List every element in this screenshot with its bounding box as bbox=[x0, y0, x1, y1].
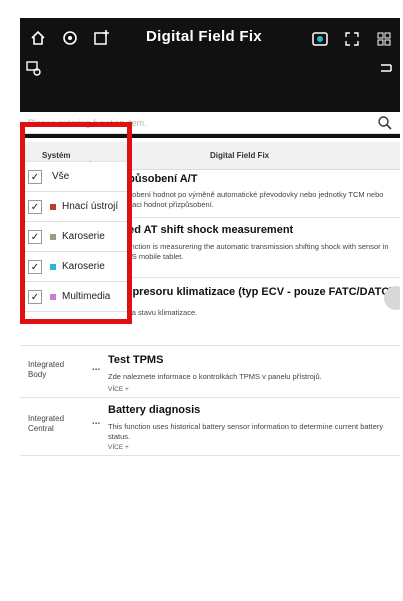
color-swatch bbox=[50, 234, 56, 240]
function-title: Speed AT shift shock measurement bbox=[108, 224, 294, 236]
column-header-dff-label: Digital Field Fix bbox=[210, 151, 270, 160]
column-header-digital-field-fix: Digital Field Fix bbox=[108, 142, 400, 170]
function-description: This function is measurering the automat… bbox=[108, 242, 389, 261]
filter-option-label: Vše bbox=[52, 171, 70, 182]
function-description: přizpůsobení hodnot po výměně automatick… bbox=[108, 190, 384, 209]
device-icon[interactable] bbox=[310, 29, 330, 49]
back-icon[interactable] bbox=[376, 58, 396, 78]
function-description: Zde naleznete informace o kontrolkách TP… bbox=[108, 372, 322, 381]
top-bar-row: Digital Field Fix bbox=[20, 26, 400, 52]
table-row[interactable]: Integrated Central ... Battery diagnosis… bbox=[20, 398, 400, 456]
filter-option-label: Karoserie bbox=[62, 231, 105, 242]
filter-option-label: Karoserie bbox=[62, 261, 105, 272]
filter-option-body[interactable]: ✓ Karoserie bbox=[20, 222, 128, 252]
vehicle-settings-icon[interactable] bbox=[24, 58, 44, 78]
checkbox[interactable]: ✓ bbox=[28, 260, 42, 274]
color-swatch bbox=[50, 204, 56, 210]
function-description: This function uses historical battery se… bbox=[108, 422, 384, 441]
function-title: Battery diagnosis bbox=[108, 404, 201, 416]
fullscreen-icon[interactable] bbox=[342, 29, 362, 49]
column-header-system-label: Systém bbox=[42, 151, 71, 160]
system-cell: Integrated Central bbox=[28, 414, 65, 433]
search-icon[interactable] bbox=[376, 114, 394, 132]
grid-menu-icon[interactable] bbox=[374, 29, 394, 49]
search-input[interactable] bbox=[20, 112, 370, 134]
filter-option-all[interactable]: ✓ Vše bbox=[20, 162, 128, 192]
checkbox[interactable]: ✓ bbox=[28, 290, 42, 304]
checkbox[interactable]: ✓ bbox=[28, 230, 42, 244]
more-link[interactable]: VÍCE + bbox=[108, 444, 129, 451]
filter-option-powertrain[interactable]: ✓ Hnací ústrojí bbox=[20, 192, 128, 222]
filter-option-multimedia[interactable]: ✓ Multimedia bbox=[20, 282, 128, 312]
more-link[interactable]: VÍCE + bbox=[108, 386, 129, 393]
vehicle-scan-icon[interactable] bbox=[60, 28, 80, 48]
color-swatch bbox=[50, 294, 56, 300]
function-description: Kontrola stavu klimatizace. bbox=[108, 308, 198, 317]
divider bbox=[20, 134, 400, 138]
filter-option-label: Hnací ústrojí bbox=[62, 201, 119, 212]
system-cell: Integrated Body bbox=[28, 360, 65, 379]
more-options-button[interactable]: ... bbox=[92, 416, 100, 427]
color-swatch bbox=[50, 264, 56, 270]
filter-option-label: Multimedia bbox=[62, 291, 111, 302]
system-filter-dropdown: ✓ Vše ✓ Hnací ústrojí ✓ Karoserie ✓ Karo… bbox=[20, 162, 128, 322]
function-title: Test TPMS bbox=[108, 354, 164, 366]
app-title: Digital Field Fix bbox=[146, 28, 262, 45]
search-bar bbox=[20, 112, 400, 134]
top-bar: Digital Field Fix bbox=[20, 18, 400, 112]
more-options-button[interactable]: ... bbox=[92, 362, 100, 373]
checkbox[interactable]: ✓ bbox=[28, 200, 42, 214]
home-icon[interactable] bbox=[28, 28, 48, 48]
function-title: Kompresoru klimatizace (typ ECV - pouze … bbox=[108, 286, 394, 298]
checkbox[interactable]: ✓ bbox=[28, 170, 42, 184]
table-row[interactable]: Integrated Body ... Test TPMS Zde nalezn… bbox=[20, 346, 400, 398]
filter-option-body-2[interactable]: ✓ Karoserie bbox=[20, 252, 128, 282]
app-screen: Digital Field Fix Systém ◢ Di bbox=[20, 18, 400, 601]
add-icon[interactable] bbox=[92, 28, 112, 48]
